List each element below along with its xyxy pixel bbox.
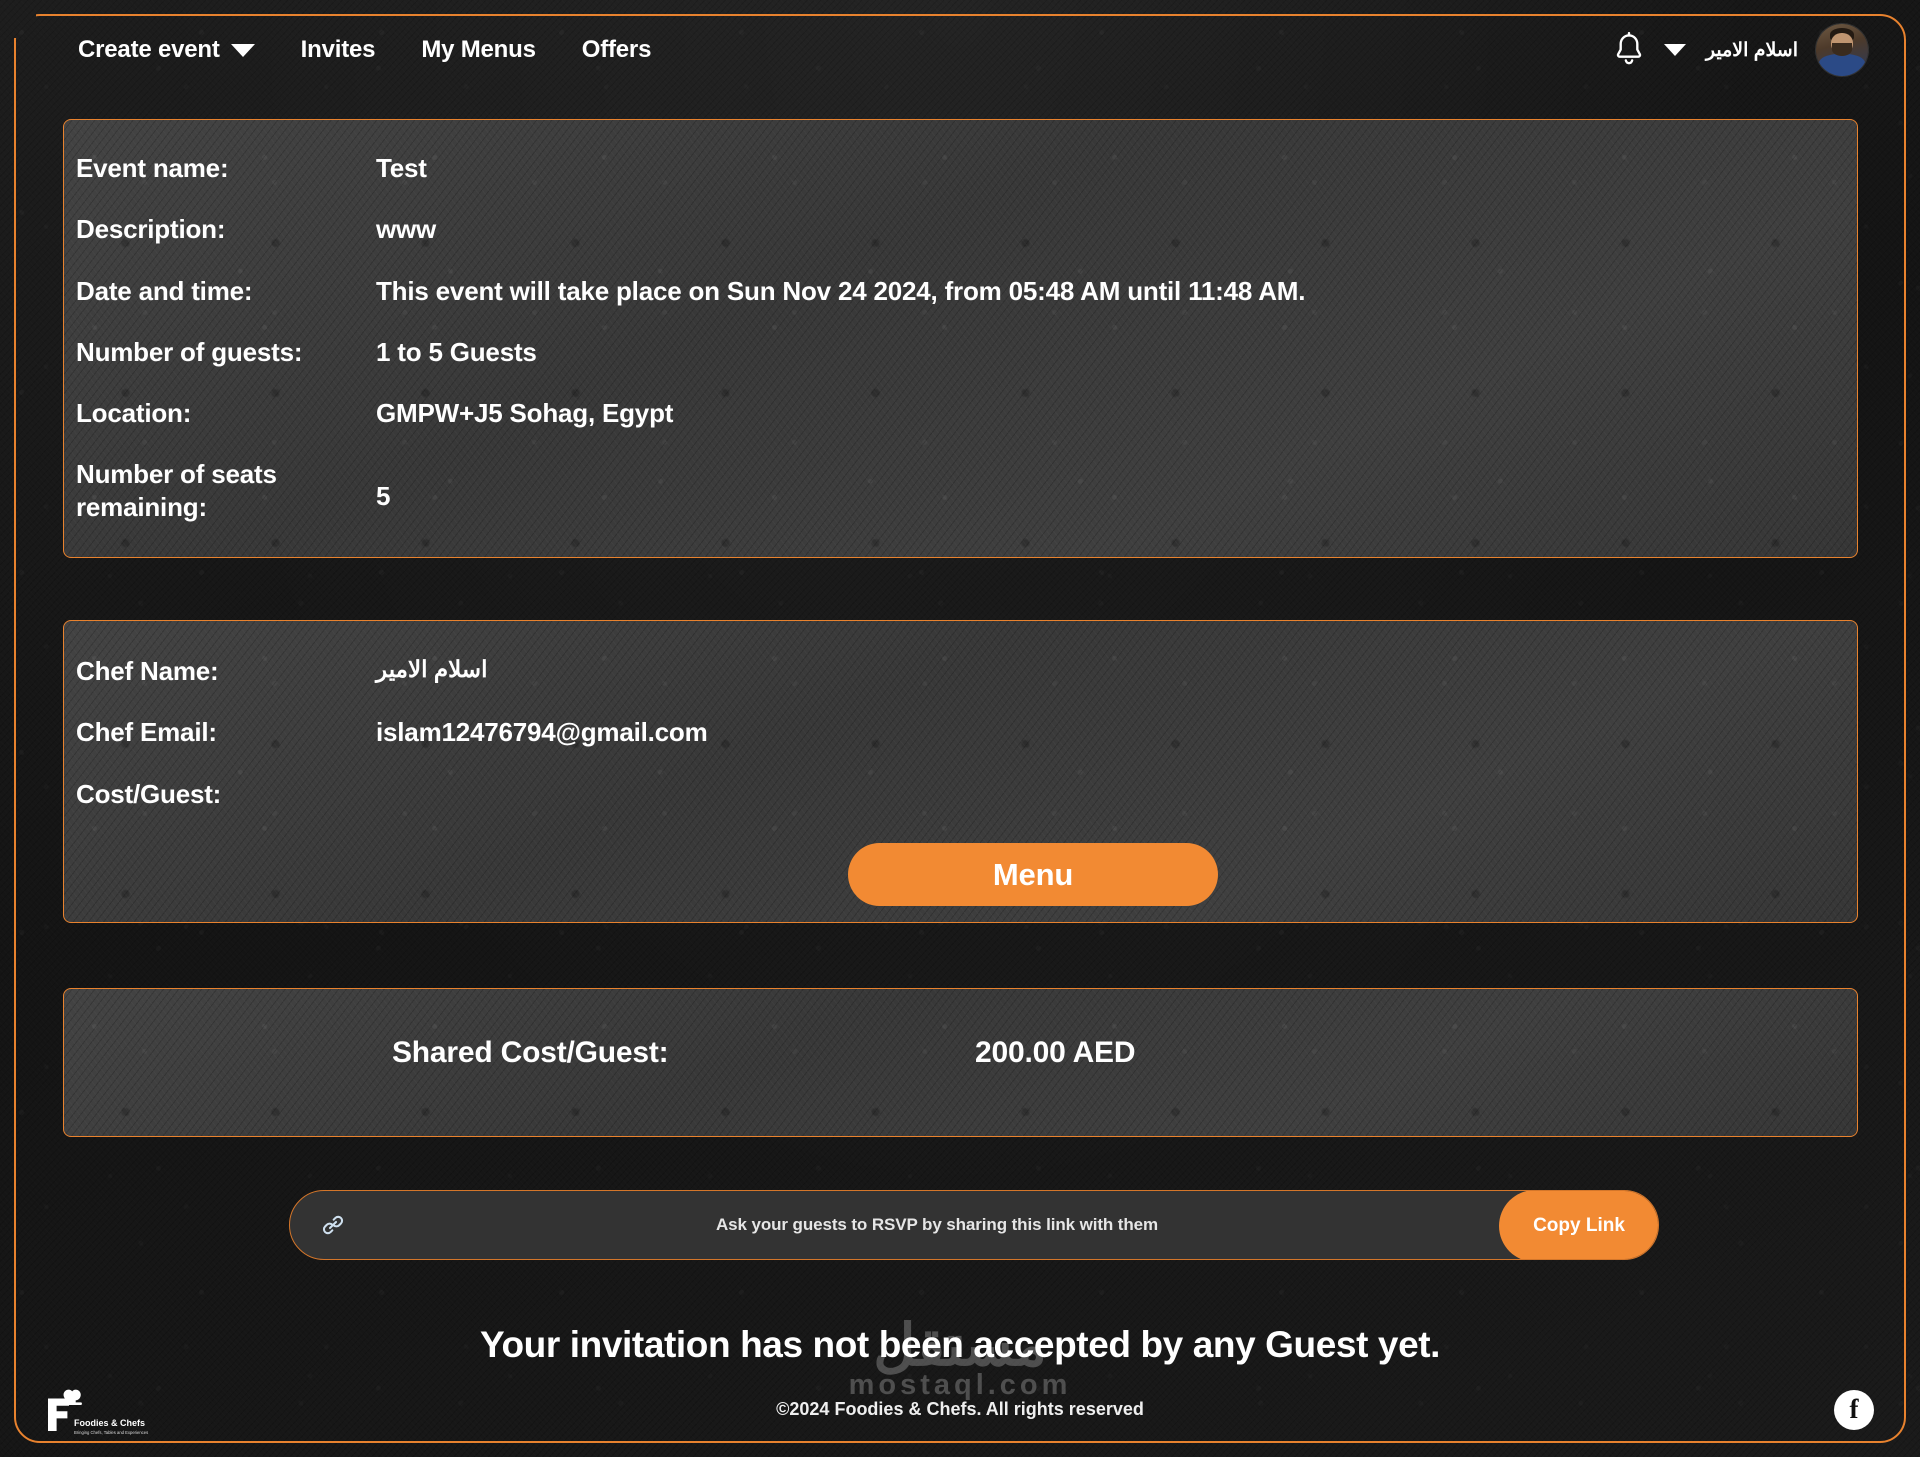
share-link-bar[interactable]: Ask your guests to RSVP by sharing this … — [289, 1190, 1659, 1260]
detail-row-event-name: Event name: Test — [76, 152, 1776, 185]
foodies-and-chefs-logo[interactable]: Foodies & Chefs Bringing Chefs, Tables a… — [40, 1385, 152, 1443]
detail-label-location: Location: — [76, 398, 192, 428]
detail-row-location: Location: GMPW+J5 Sohag, Egypt — [76, 397, 1776, 430]
logo-brand-name: Foodies & Chefs — [74, 1418, 145, 1428]
watermark-domain-text: mostaql.com — [848, 1369, 1072, 1402]
detail-value-chef-email: islam12476794@gmail.com — [376, 717, 708, 747]
account-chevron-down-icon[interactable] — [1663, 44, 1686, 56]
share-link-text: Ask your guests to RSVP by sharing this … — [715, 1215, 1159, 1234]
link-icon — [322, 1215, 344, 1235]
detail-value-location: GMPW+J5 Sohag, Egypt — [376, 398, 674, 428]
nav-links-group: Create event Invites My Menus Offers — [78, 36, 651, 64]
detail-value-chef-name: اسلام الامير — [376, 656, 488, 682]
detail-label-number-of-guests: Number of guests: — [76, 337, 303, 367]
top-navigation-bar: Create event Invites My Menus Offers اسل… — [0, 0, 1920, 100]
detail-row-cost-per-guest: Cost/Guest: — [76, 778, 1776, 811]
bell-icon[interactable] — [1612, 32, 1646, 68]
nav-item-offers[interactable]: Offers — [582, 36, 652, 64]
shared-cost-label: Shared Cost/Guest: — [392, 1036, 669, 1069]
menu-button[interactable]: Menu — [848, 843, 1218, 906]
facebook-icon[interactable]: f — [1834, 1390, 1874, 1430]
nav-item-my-menus-label: My Menus — [421, 36, 536, 63]
nav-item-invites[interactable]: Invites — [301, 36, 376, 64]
detail-label-cost-per-guest: Cost/Guest: — [76, 779, 222, 809]
nav-account-group: اسلام الامير — [1612, 24, 1886, 76]
chevron-down-icon — [230, 43, 255, 57]
detail-row-seats-remaining: Number of seats remaining: 5 — [76, 458, 1776, 523]
nav-item-offers-label: Offers — [581, 36, 652, 63]
nav-item-create-event[interactable]: Create event — [78, 36, 255, 64]
detail-label-event-name: Event name: — [76, 153, 229, 183]
app-root: Create event Invites My Menus Offers اسل… — [0, 0, 1920, 1457]
shared-cost-row: Shared Cost/Guest: 200.00 AED — [392, 1036, 1136, 1070]
detail-row-chef-email: Chef Email: islam12476794@gmail.com — [76, 716, 1776, 749]
detail-label-description: Description: — [76, 214, 226, 244]
avatar-body — [1819, 54, 1865, 76]
copy-link-button[interactable]: Copy Link — [1499, 1191, 1658, 1259]
avatar[interactable] — [1816, 24, 1868, 76]
copyright-text: ©2024 Foodies & Chefs. All rights reserv… — [776, 1399, 1144, 1419]
detail-label-chef-email: Chef Email: — [76, 717, 217, 747]
detail-row-description: Description: www — [76, 213, 1776, 246]
detail-label-date-and-time: Date and time: — [76, 276, 253, 306]
detail-label-chef-name: Chef Name: — [76, 656, 219, 686]
logo-brand-tagline: Bringing Chefs, Tables and Experiences — [74, 1430, 148, 1435]
detail-value-description: www — [376, 214, 437, 244]
detail-row-chef-name: Chef Name: اسلام الامير — [76, 655, 1776, 688]
nav-item-create-event-label: Create event — [78, 36, 220, 63]
shared-cost-value: 200.00 AED — [975, 1036, 1136, 1069]
chef-details-card: Chef Name: اسلام الامير Chef Email: isla… — [63, 620, 1858, 923]
nav-item-invites-label: Invites — [300, 36, 376, 63]
detail-row-number-of-guests: Number of guests: 1 to 5 Guests — [76, 336, 1776, 369]
detail-value-number-of-guests: 1 to 5 Guests — [376, 337, 537, 367]
detail-value-seats-remaining: 5 — [376, 481, 391, 511]
account-user-name: اسلام الامير — [1705, 39, 1798, 61]
detail-value-event-name: Test — [376, 153, 427, 183]
event-details-card: Event name: Test Description: www Date a… — [63, 119, 1858, 558]
facebook-glyph: f — [1849, 1393, 1859, 1424]
detail-row-date-and-time: Date and time: This event will take plac… — [76, 275, 1776, 308]
detail-label-seats-remaining: Number of seats remaining: — [76, 459, 277, 522]
nav-item-my-menus[interactable]: My Menus — [421, 36, 536, 64]
detail-value-date-and-time: This event will take place on Sun Nov 24… — [376, 276, 1306, 306]
invitation-status-message: Your invitation has not been accepted by… — [479, 1324, 1441, 1365]
shared-cost-card: Shared Cost/Guest: 200.00 AED — [63, 988, 1858, 1137]
